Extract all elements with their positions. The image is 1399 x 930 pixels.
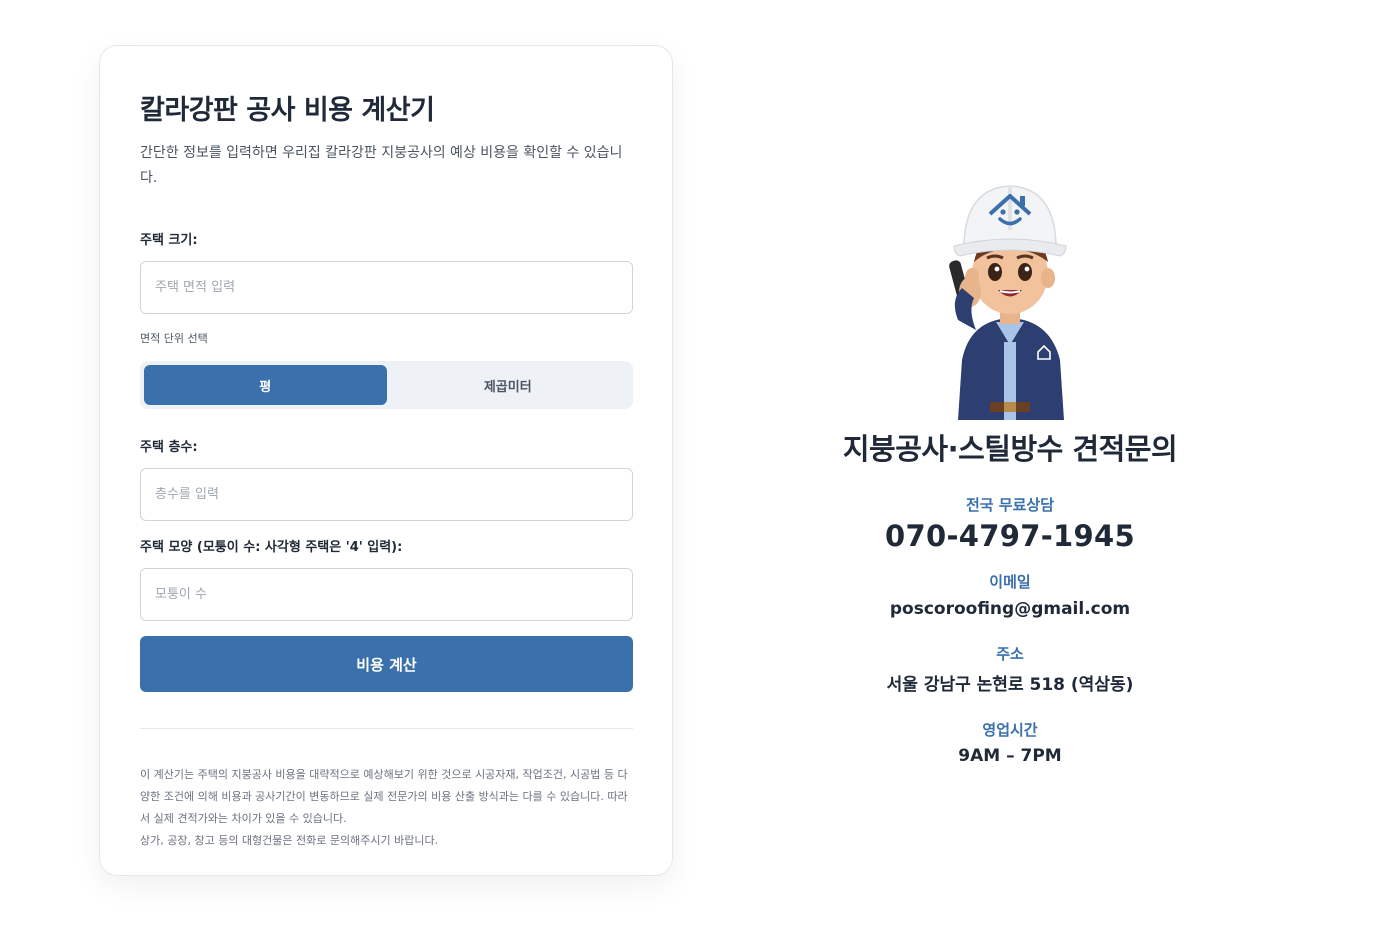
email-address[interactable]: poscoroofing@gmail.com xyxy=(800,599,1220,619)
phone-number[interactable]: 070-4797-1945 xyxy=(800,519,1220,553)
unit-segmented-control: 평 제곱미터 xyxy=(140,361,633,409)
house-size-input[interactable] xyxy=(155,280,618,295)
corners-input[interactable] xyxy=(155,587,618,602)
calculator-card: 칼라강판 공사 비용 계산기 간단한 정보를 입력하면 우리집 칼라강판 지붕공… xyxy=(99,45,673,876)
calculator-title: 칼라강판 공사 비용 계산기 xyxy=(140,95,435,126)
disclaimer-text: 이 계산기는 주택의 지붕공사 비용을 대략적으로 예상해보기 위한 것으로 시… xyxy=(140,768,628,825)
contact-title: 지붕공사·스틸방수 견적문의 xyxy=(842,432,1178,466)
calculator-subtitle: 간단한 정보를 입력하면 우리집 칼라강판 지붕공사의 예상 비용을 확인할 수… xyxy=(140,145,623,186)
unit-option-pyeong[interactable]: 평 xyxy=(144,365,387,405)
floors-field[interactable] xyxy=(140,468,633,521)
address-label: 주소 xyxy=(996,645,1024,663)
divider xyxy=(140,728,633,729)
phone-label: 전국 무료상담 xyxy=(965,496,1055,514)
hours-text: 9AM – 7PM xyxy=(958,746,1062,766)
worker-mascot-icon xyxy=(949,185,1067,420)
hours-label: 영업시간 xyxy=(982,721,1038,739)
corners-label: 주택 모양 (모퉁이 수: 사각형 주택은 '4' 입력): xyxy=(140,540,403,555)
house-size-label: 주택 크기: xyxy=(140,233,198,248)
contact-panel: 지붕공사·스틸방수 견적문의 전국 무료상담 070-4797-1945 이메일… xyxy=(800,170,1220,766)
calculate-button[interactable]: 비용 계산 xyxy=(140,636,633,692)
disclaimer-large-buildings: 상가, 공장, 창고 등의 대형건물은 전화로 문의해주시기 바랍니다. xyxy=(140,834,439,847)
unit-select-label: 면적 단위 선택 xyxy=(140,332,208,345)
email-label: 이메일 xyxy=(989,573,1031,591)
unit-option-square-meter[interactable]: 제곱미터 xyxy=(387,365,630,405)
floors-input[interactable] xyxy=(155,487,618,502)
corners-field[interactable] xyxy=(140,568,633,621)
floors-label: 주택 층수: xyxy=(140,440,198,455)
address-text: 서울 강남구 논현로 518 (역삼동) xyxy=(886,675,1134,695)
house-size-field[interactable] xyxy=(140,261,633,314)
